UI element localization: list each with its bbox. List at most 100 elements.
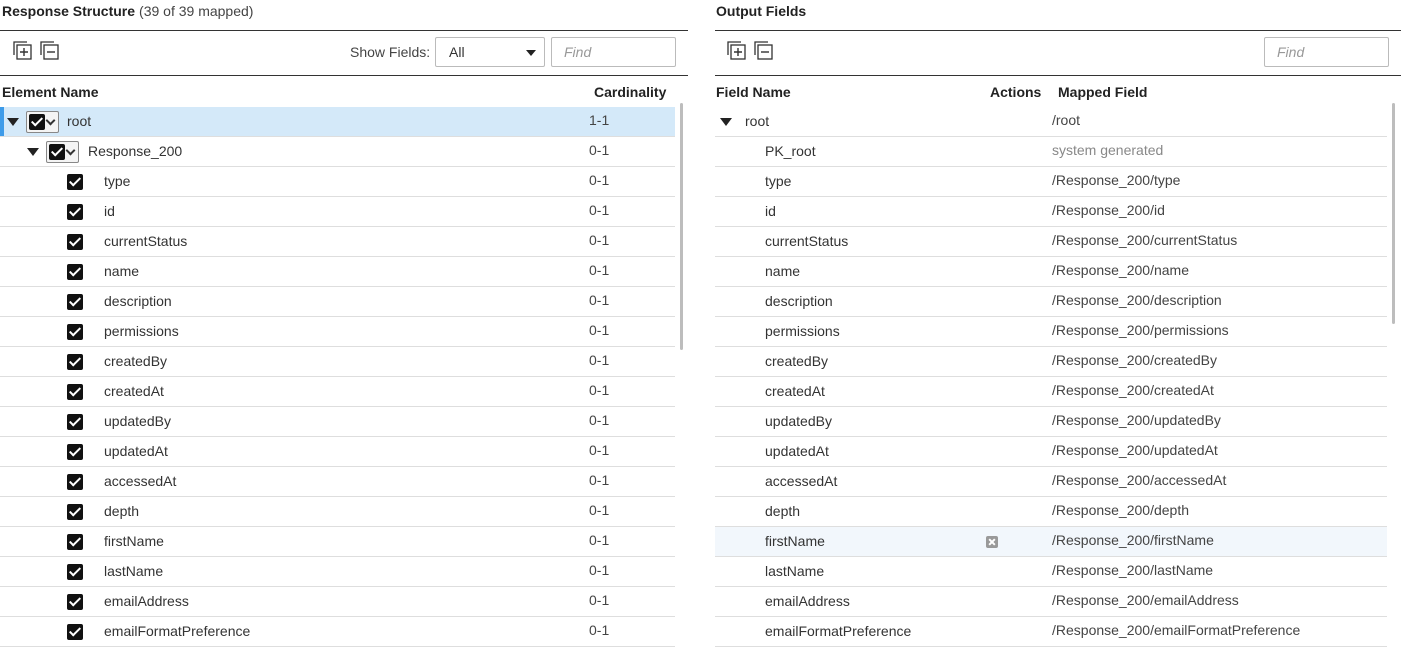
tree-row[interactable]: lastName 0-1	[0, 557, 675, 587]
tree-row[interactable]: emailAddress 0-1	[0, 587, 675, 617]
cardinality-header[interactable]: Cardinality	[594, 84, 666, 100]
cardinality: 0-1	[589, 262, 610, 278]
tree-row[interactable]: emailFormatPreference 0-1	[0, 617, 675, 647]
show-fields-value: All	[449, 44, 465, 60]
collapse-all-icon[interactable]	[39, 40, 61, 62]
expand-all-icon[interactable]	[726, 40, 748, 62]
right-toolbar	[715, 36, 1403, 68]
tree-row[interactable]: Response_200 0-1	[0, 137, 675, 167]
element-name: updatedAt	[104, 443, 168, 459]
remove-mapping-icon[interactable]	[986, 536, 998, 548]
checkbox-dropdown[interactable]	[46, 141, 79, 163]
field-row[interactable]: emailAddress/Response_200/emailAddress	[715, 587, 1387, 617]
cardinality: 0-1	[589, 592, 610, 608]
tree-row[interactable]: name 0-1	[0, 257, 675, 287]
element-name: permissions	[104, 323, 179, 339]
field-row[interactable]: currentStatus/Response_200/currentStatus	[715, 227, 1387, 257]
tree-row[interactable]: createdBy 0-1	[0, 347, 675, 377]
checkbox[interactable]	[67, 564, 83, 580]
chevron-down-icon	[65, 145, 76, 156]
element-name: name	[104, 263, 140, 279]
checkbox[interactable]	[67, 444, 83, 460]
field-row[interactable]: emailFormatPreference/Response_200/email…	[715, 617, 1387, 647]
field-row[interactable]: accessedAt/Response_200/accessedAt	[715, 467, 1387, 497]
element-name-header[interactable]: Element Name	[2, 84, 98, 100]
mapped-field: /root	[1052, 112, 1081, 128]
element-name: currentStatus	[104, 233, 188, 249]
field-row[interactable]: name/Response_200/name	[715, 257, 1387, 287]
element-name: updatedBy	[104, 413, 171, 429]
field-row[interactable]: PK_root system generated	[715, 137, 1387, 167]
checkbox[interactable]	[67, 174, 83, 190]
checkbox[interactable]	[67, 534, 83, 550]
find-input[interactable]	[551, 37, 676, 67]
field-row[interactable]: updatedAt/Response_200/updatedAt	[715, 437, 1387, 467]
checkbox[interactable]	[67, 294, 83, 310]
field-row[interactable]: lastName/Response_200/lastName	[715, 557, 1387, 587]
tree-row[interactable]: createdAt 0-1	[0, 377, 675, 407]
show-fields-select[interactable]: All	[435, 37, 545, 67]
field-row[interactable]: depth/Response_200/depth	[715, 497, 1387, 527]
checkbox[interactable]	[67, 234, 83, 250]
field-name: accessedAt	[765, 473, 838, 489]
checkbox[interactable]	[67, 384, 83, 400]
checkbox[interactable]	[67, 474, 83, 490]
cardinality: 0-1	[589, 502, 610, 518]
scrollbar[interactable]	[680, 103, 683, 350]
field-row[interactable]: type/Response_200/type	[715, 167, 1387, 197]
tree-row[interactable]: type 0-1	[0, 167, 675, 197]
scrollbar[interactable]	[1392, 103, 1395, 324]
field-row[interactable]: updatedBy/Response_200/updatedBy	[715, 407, 1387, 437]
caret-expanded-icon[interactable]	[7, 118, 19, 126]
field-row[interactable]: createdBy/Response_200/createdBy	[715, 347, 1387, 377]
field-row[interactable]: description/Response_200/description	[715, 287, 1387, 317]
tree-row[interactable]: updatedAt 0-1	[0, 437, 675, 467]
expand-all-icon[interactable]	[12, 40, 34, 62]
tree-row[interactable]: updatedBy 0-1	[0, 407, 675, 437]
mapped-field: /Response_200/id	[1052, 202, 1165, 218]
field-name-header[interactable]: Field Name	[716, 84, 791, 100]
cardinality: 0-1	[589, 292, 610, 308]
collapse-all-icon[interactable]	[753, 40, 775, 62]
mapped-field: /Response_200/createdAt	[1052, 382, 1214, 398]
caret-expanded-icon[interactable]	[27, 148, 39, 156]
tree-row[interactable]: accessedAt 0-1	[0, 467, 675, 497]
field-name: type	[765, 173, 792, 189]
field-row[interactable]: id/Response_200/id	[715, 197, 1387, 227]
mapped-field-header[interactable]: Mapped Field	[1058, 84, 1147, 100]
tree-row[interactable]: description 0-1	[0, 287, 675, 317]
field-row[interactable]: createdAt/Response_200/createdAt	[715, 377, 1387, 407]
tree-row[interactable]: root 1-1	[0, 107, 675, 137]
field-name: id	[765, 203, 776, 219]
element-name: emailAddress	[104, 593, 189, 609]
checkbox[interactable]	[67, 504, 83, 520]
checkbox[interactable]	[67, 354, 83, 370]
checkbox[interactable]	[67, 264, 83, 280]
mapped-field: /Response_200/permissions	[1052, 322, 1229, 338]
cardinality: 0-1	[589, 232, 610, 248]
cardinality: 1-1	[589, 112, 610, 128]
tree-row[interactable]: permissions 0-1	[0, 317, 675, 347]
mapped-field: /Response_200/emailAddress	[1052, 592, 1239, 608]
checkbox-checked-icon	[49, 144, 65, 160]
tree-row[interactable]: firstName 0-1	[0, 527, 675, 557]
divider	[0, 30, 688, 31]
checkbox[interactable]	[67, 414, 83, 430]
checkbox[interactable]	[67, 204, 83, 220]
field-row[interactable]: root /root	[715, 107, 1387, 137]
find-input[interactable]	[1264, 37, 1389, 67]
tree-row[interactable]: depth 0-1	[0, 497, 675, 527]
tree-row[interactable]: currentStatus 0-1	[0, 227, 675, 257]
checkbox[interactable]	[67, 624, 83, 640]
cardinality: 0-1	[589, 172, 610, 188]
checkbox-dropdown[interactable]	[26, 111, 59, 133]
field-row[interactable]: permissions/Response_200/permissions	[715, 317, 1387, 347]
element-name: Response_200	[88, 143, 183, 159]
field-name: updatedBy	[765, 413, 832, 429]
checkbox[interactable]	[67, 594, 83, 610]
checkbox[interactable]	[67, 324, 83, 340]
mapped-field: /Response_200/name	[1052, 262, 1189, 278]
caret-expanded-icon[interactable]	[720, 118, 732, 126]
tree-row[interactable]: id 0-1	[0, 197, 675, 227]
field-row[interactable]: firstName/Response_200/firstName	[715, 527, 1387, 557]
